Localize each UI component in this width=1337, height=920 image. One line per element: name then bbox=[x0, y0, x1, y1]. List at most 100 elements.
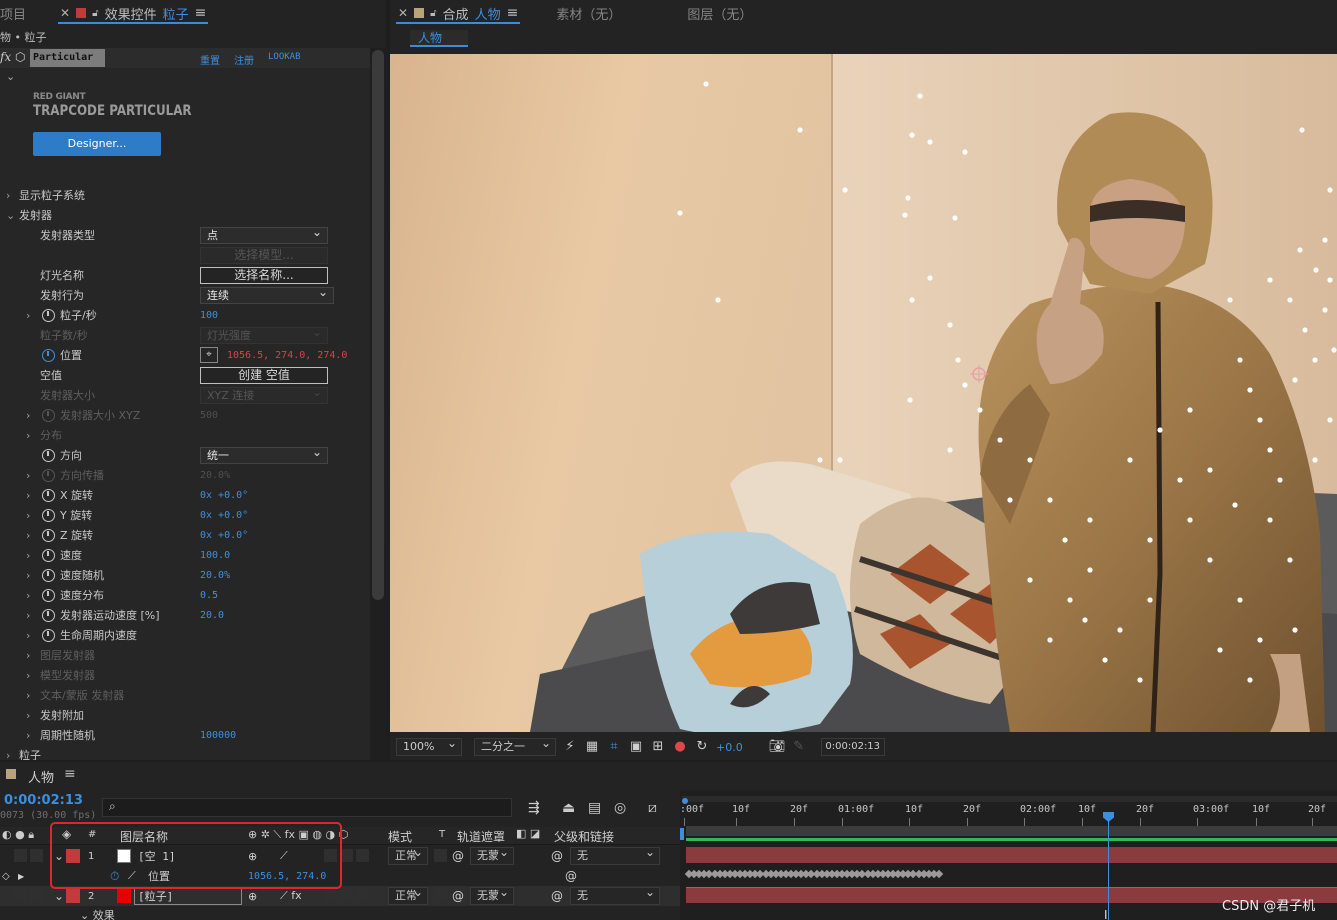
video-toggle[interactable] bbox=[14, 849, 27, 862]
property-row[interactable]: › 粒子/秒 100 bbox=[0, 305, 370, 325]
property-value[interactable]: 20.0 bbox=[200, 610, 224, 621]
property-value[interactable]: 100.0 bbox=[200, 550, 230, 561]
twirl-icon[interactable]: › bbox=[26, 689, 30, 702]
fast-preview-icon[interactable]: ⚡ bbox=[562, 739, 578, 755]
property-button[interactable]: 选择名称... bbox=[200, 266, 328, 284]
property-dropdown[interactable]: 连续 bbox=[200, 285, 334, 304]
solo-toggle[interactable] bbox=[30, 889, 43, 902]
property-row[interactable]: › 发射器运动速度 [%] 20.0 bbox=[0, 605, 370, 625]
zoom-select[interactable]: 100% bbox=[396, 735, 462, 756]
property-dropdown[interactable]: 灯光强度 bbox=[200, 325, 328, 344]
property-row[interactable]: 方向 统一 bbox=[0, 445, 370, 465]
twirl-icon[interactable]: › bbox=[26, 629, 30, 642]
tab-effect-controls[interactable]: ✕ 🔓︎ 效果控件 粒子 ≡ bbox=[52, 0, 214, 26]
twirl-icon[interactable]: › bbox=[26, 609, 30, 622]
expression-pickwhip-icon[interactable]: @ bbox=[565, 866, 577, 886]
property-value[interactable]: 0.5 bbox=[200, 590, 218, 601]
twirl-icon[interactable]: › bbox=[26, 729, 30, 742]
property-row[interactable]: › 速度随机 20.0% bbox=[0, 565, 370, 585]
twirl-icon[interactable]: › bbox=[26, 709, 30, 722]
twirl-icon[interactable]: › bbox=[26, 549, 30, 562]
property-dropdown[interactable]: 点 bbox=[200, 225, 328, 244]
twirl-icon[interactable]: › bbox=[26, 489, 30, 502]
layer-row-2[interactable]: ⌄ 2 [粒子] ⊕ ⟋ fx 正常 @ 无蒙 @ 无 bbox=[0, 884, 680, 906]
keyframe-diamond[interactable] bbox=[934, 869, 944, 879]
twirl-icon[interactable]: › bbox=[26, 309, 30, 322]
show-snapshot-icon[interactable]: ✎ bbox=[791, 739, 807, 755]
fx-icon[interactable]: fx bbox=[0, 50, 11, 64]
stopwatch-icon[interactable] bbox=[42, 588, 55, 602]
stopwatch-icon[interactable] bbox=[42, 568, 55, 582]
property-row[interactable]: › Y 旋转 0x +0.0° bbox=[0, 505, 370, 525]
panel-menu-icon[interactable]: ≡ bbox=[64, 766, 76, 782]
twirl-icon[interactable]: › bbox=[26, 429, 30, 442]
switch-box[interactable] bbox=[356, 849, 369, 862]
property-value[interactable]: 0x +0.0° bbox=[200, 490, 248, 501]
stopwatch-icon[interactable] bbox=[42, 528, 55, 542]
close-icon[interactable]: ✕ bbox=[60, 6, 70, 20]
stopwatch-icon[interactable] bbox=[42, 608, 55, 622]
property-row[interactable]: 灯光名称 选择名称... bbox=[0, 265, 370, 285]
stopwatch-icon[interactable] bbox=[42, 348, 55, 362]
timeline-search-input[interactable]: ⌕ bbox=[102, 798, 512, 817]
stopwatch-icon[interactable] bbox=[42, 308, 55, 322]
pickwhip-icon[interactable]: @ bbox=[551, 886, 563, 906]
exposure-reset-icon[interactable]: ↻ bbox=[694, 739, 710, 755]
blend-mode-select[interactable]: 正常 bbox=[388, 884, 428, 905]
twirl-icon[interactable]: › bbox=[26, 509, 30, 522]
guides-icon[interactable]: ⊞ bbox=[650, 739, 666, 755]
twirl-icon[interactable]: › bbox=[26, 589, 30, 602]
exposure-value[interactable]: +0.0 bbox=[716, 741, 743, 754]
work-area-bar[interactable] bbox=[682, 796, 1337, 802]
parent-select[interactable]: 无 bbox=[570, 884, 660, 905]
keyframe-next-icon[interactable]: ▶ bbox=[18, 866, 24, 886]
twirl-icon[interactable]: ⌄ bbox=[6, 209, 15, 222]
twirl-icon[interactable]: › bbox=[26, 649, 30, 662]
stopwatch-icon[interactable] bbox=[42, 508, 55, 522]
parent-select[interactable]: 无 bbox=[570, 844, 660, 865]
property-value[interactable]: 1056.5, 274.0, 274.0 bbox=[227, 350, 347, 361]
effect-name[interactable]: Particular bbox=[30, 49, 105, 67]
viewer-timecode[interactable]: 0:00:02:13 bbox=[820, 738, 885, 756]
snapshot-icon[interactable]: 📷︎ bbox=[769, 739, 786, 755]
twirl-icon[interactable]: › bbox=[26, 469, 30, 482]
blend-mode-select[interactable]: 正常 bbox=[388, 844, 428, 865]
twirl-icon[interactable]: › bbox=[6, 749, 10, 761]
video-toggle[interactable] bbox=[14, 889, 27, 902]
current-time[interactable]: 0:00:02:13 bbox=[4, 793, 83, 808]
property-value[interactable]: 20.0% bbox=[200, 470, 230, 481]
close-icon[interactable]: ✕ bbox=[398, 6, 408, 20]
property-row[interactable]: › 方向传播 20.0% bbox=[0, 465, 370, 485]
keyframe-track[interactable] bbox=[684, 869, 946, 880]
panel-menu-icon[interactable]: ≡ bbox=[195, 5, 207, 21]
tab-footage[interactable]: 素材（无） bbox=[548, 0, 629, 26]
playhead-line[interactable] bbox=[1108, 812, 1109, 920]
property-button[interactable]: 选择模型... bbox=[200, 246, 328, 264]
transparency-grid-icon[interactable]: ▦ bbox=[584, 739, 600, 755]
property-value[interactable]: 500 bbox=[200, 410, 218, 421]
property-dropdown[interactable]: XYZ 连接 bbox=[200, 385, 328, 404]
layer-label-color[interactable] bbox=[66, 889, 80, 903]
property-row[interactable]: 空值 创建 空值 bbox=[0, 365, 370, 385]
effects-group-label[interactable]: ⌄ 效果 bbox=[80, 907, 115, 920]
graph-editor-icon[interactable]: ⧄ bbox=[648, 800, 657, 816]
property-row[interactable]: › 生命周期内速度 bbox=[0, 625, 370, 645]
matte-link-icon[interactable]: @ bbox=[452, 886, 464, 906]
pickwhip-icon[interactable]: @ bbox=[551, 846, 563, 866]
preserve-transparency-toggle[interactable] bbox=[434, 889, 447, 902]
layer-expand-icon[interactable]: ⌄ bbox=[54, 886, 64, 906]
stopwatch-icon[interactable] bbox=[42, 448, 55, 462]
property-row[interactable]: › 发射附加 bbox=[0, 705, 370, 725]
timeline-tab-label[interactable]: 人物 bbox=[28, 767, 54, 786]
stopwatch-icon[interactable] bbox=[42, 468, 55, 482]
track-matte-select[interactable]: 无蒙 bbox=[470, 844, 514, 865]
twirl-icon[interactable]: › bbox=[26, 669, 30, 682]
twirl-icon[interactable]: › bbox=[26, 529, 30, 542]
position-crosshair-icon[interactable]: ⌖ bbox=[200, 347, 218, 363]
property-value[interactable]: 20.0% bbox=[200, 570, 230, 581]
property-row[interactable]: › X 旋转 0x +0.0° bbox=[0, 485, 370, 505]
stopwatch-icon[interactable] bbox=[42, 628, 55, 642]
comp-flowchart-icon[interactable]: ⇶ bbox=[528, 800, 540, 816]
tab-layer[interactable]: 图层（无） bbox=[679, 0, 760, 26]
switch-box[interactable] bbox=[324, 889, 337, 902]
